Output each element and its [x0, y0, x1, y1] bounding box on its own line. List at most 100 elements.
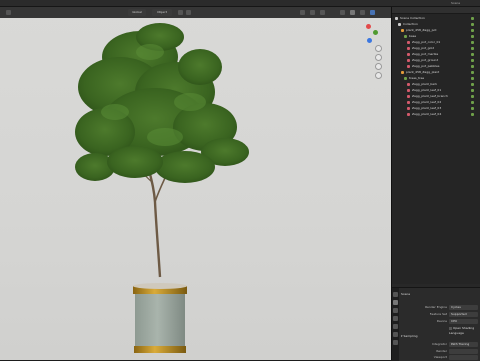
- osl-checkbox[interactable]: [449, 326, 452, 330]
- outliner-row-label: Zagg_plant_leaf_01: [412, 88, 442, 92]
- outliner-row-label: Zagg_pot_ground: [412, 58, 439, 62]
- output-tab-icon[interactable]: [393, 308, 398, 313]
- sampling-label: Sampling: [403, 334, 418, 338]
- object-type-icon: [401, 70, 404, 74]
- outliner-row[interactable]: Zagg_plant_leaf_04: [407, 112, 474, 117]
- visibility-checkbox[interactable]: [471, 101, 474, 104]
- visibility-checkbox[interactable]: [471, 77, 474, 80]
- visibility-checkbox[interactable]: [471, 53, 474, 56]
- visibility-checkbox[interactable]: [471, 83, 474, 86]
- right-sidebar: Scene Collection Collection plant_458_Zagg…: [391, 7, 480, 361]
- object-type-icon: [407, 112, 410, 116]
- outliner-row-label: Zagg_pot_marble: [412, 52, 439, 56]
- object-type-icon: [407, 88, 410, 92]
- outliner-row[interactable]: Zagg_pot_color_01: [407, 40, 474, 45]
- outliner-row[interactable]: Zagg_plant_bark: [407, 82, 474, 87]
- visibility-checkbox[interactable]: [471, 71, 474, 74]
- object-type-icon: [407, 94, 410, 98]
- outliner-panel: Scene Collection Collection plant_458_Zagg…: [392, 7, 480, 284]
- feature-set-label: Feature Set: [429, 312, 447, 316]
- visibility-checkbox[interactable]: [471, 47, 474, 50]
- osl-checkbox-label[interactable]: Open Shading Language: [449, 326, 480, 336]
- visibility-checkbox[interactable]: [471, 59, 474, 62]
- feature-set-dropdown[interactable]: Supported: [449, 312, 478, 317]
- visibility-checkbox[interactable]: [471, 29, 474, 32]
- outliner-row[interactable]: Zagg_plant_leaf_01: [407, 88, 474, 93]
- render-engine-label: Render Engine: [425, 305, 447, 309]
- outliner-row-label: Scene Collection: [400, 16, 425, 20]
- object-type-icon: [398, 22, 401, 26]
- object-type-icon: [407, 106, 410, 110]
- outliner-row-label: plant_458_Zagg_plant: [406, 70, 440, 74]
- object-type-icon: [404, 76, 407, 80]
- visibility-checkbox[interactable]: [471, 65, 474, 68]
- view-layer-tab-icon[interactable]: [393, 316, 398, 321]
- outliner-row[interactable]: Zagg_pot_ground: [407, 58, 474, 63]
- outliner-row-label: Zagg_plant_bark: [412, 82, 438, 86]
- render-samples-field[interactable]: [449, 349, 478, 354]
- scene-tab-icon[interactable]: [393, 324, 398, 329]
- outliner-row[interactable]: Zagg_pot_gold: [407, 46, 474, 51]
- object-tab-icon[interactable]: [393, 340, 398, 345]
- viewport-samples-field[interactable]: [449, 355, 478, 360]
- world-tab-icon[interactable]: [393, 332, 398, 337]
- object-type-icon: [407, 46, 410, 50]
- outliner-row-label: base: [409, 34, 417, 38]
- render-engine-dropdown[interactable]: Cycles: [449, 305, 478, 310]
- outliner-row-label: Zagg_plant_leaf_02: [412, 100, 442, 104]
- object-type-icon: [407, 64, 410, 68]
- visibility-checkbox[interactable]: [471, 89, 474, 92]
- object-type-icon: [401, 28, 404, 32]
- integrator-label: Integrator: [431, 342, 447, 346]
- device-label: Device: [436, 319, 447, 323]
- outliner-row[interactable]: Zagg_plant_leaf_02: [407, 100, 474, 105]
- outliner-row[interactable]: Zagg_plant_leaf_03: [407, 106, 474, 111]
- outliner-row[interactable]: Zagg_plant_leaf_branch: [407, 94, 474, 99]
- properties-panel: Scene Render Engine Cycles Feature Set S…: [392, 287, 480, 361]
- visibility-checkbox[interactable]: [471, 95, 474, 98]
- properties-title: Scene: [401, 292, 411, 296]
- scene-selector[interactable]: Scene: [451, 0, 460, 6]
- outliner-row[interactable]: Zagg_pot_pebbles: [407, 64, 474, 69]
- sampling-section[interactable]: ▾ Sampling: [401, 334, 418, 339]
- tool-tab-icon[interactable]: [393, 292, 398, 297]
- object-type-icon: [404, 34, 407, 38]
- outliner-header: [392, 7, 480, 14]
- outliner-row-label: Collection: [403, 22, 418, 26]
- outliner-row-label: Zagg_pot_gold: [412, 46, 435, 50]
- outliner-row-label: Zagg_plant_leaf_branch: [412, 94, 448, 98]
- outliner-row[interactable]: trees_tree: [404, 76, 474, 81]
- outliner-row[interactable]: plant_458_Zagg_plant: [401, 70, 474, 75]
- 3d-viewport[interactable]: Global Object: [0, 7, 391, 360]
- outliner-row-label: Zagg_pot_pebbles: [412, 64, 440, 68]
- top-menu-bar: Scene: [0, 0, 480, 7]
- visibility-checkbox[interactable]: [471, 113, 474, 116]
- outliner-row-label: plant_458_Zagg_pot: [406, 28, 437, 32]
- visibility-checkbox[interactable]: [471, 107, 474, 110]
- object-type-icon: [395, 16, 398, 20]
- integrator-dropdown[interactable]: Path Tracing: [449, 342, 478, 347]
- visibility-checkbox[interactable]: [471, 35, 474, 38]
- outliner-row-label: Zagg_pot_color_01: [412, 40, 441, 44]
- outliner-row-label: Zagg_plant_leaf_04: [412, 112, 442, 116]
- outliner-row[interactable]: plant_458_Zagg_pot: [401, 28, 474, 33]
- outliner-row[interactable]: Zagg_pot_marble: [407, 52, 474, 57]
- outliner-row[interactable]: Scene Collection: [395, 16, 474, 21]
- outliner-row[interactable]: Collection: [398, 22, 474, 27]
- properties-tabs: [392, 288, 399, 361]
- device-dropdown[interactable]: CPU: [449, 319, 478, 324]
- potted-tree-render: [75, 23, 249, 353]
- osl-label: Open Shading Language: [449, 326, 475, 335]
- visibility-checkbox[interactable]: [471, 17, 474, 20]
- object-type-icon: [407, 100, 410, 104]
- outliner-row[interactable]: base: [404, 34, 474, 39]
- viewport-samples-label: Viewport: [433, 355, 447, 359]
- outliner-row-label: Zagg_plant_leaf_03: [412, 106, 442, 110]
- object-type-icon: [407, 82, 410, 86]
- object-type-icon: [407, 52, 410, 56]
- object-type-icon: [407, 40, 410, 44]
- visibility-checkbox[interactable]: [471, 41, 474, 44]
- visibility-checkbox[interactable]: [471, 23, 474, 26]
- render-tab-icon[interactable]: [393, 300, 398, 305]
- object-type-icon: [407, 58, 410, 62]
